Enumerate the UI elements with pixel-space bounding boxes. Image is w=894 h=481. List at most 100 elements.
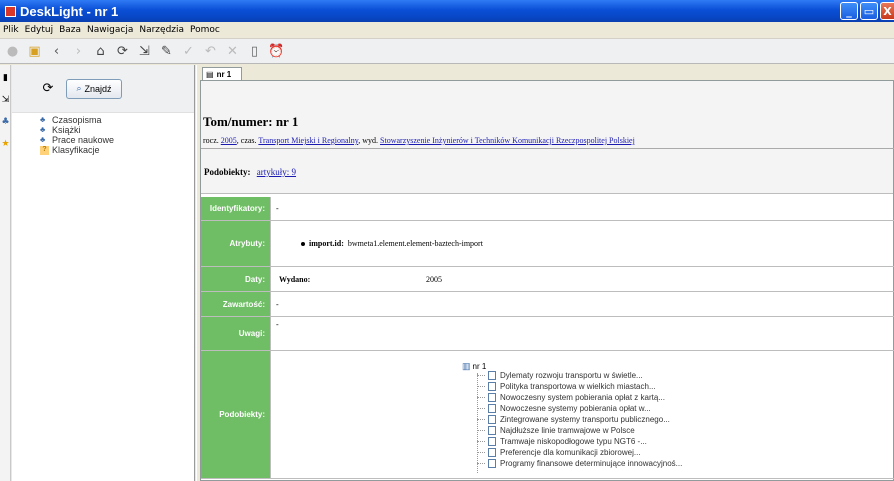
podobiekty-label: Podobiekty: (204, 167, 251, 177)
collection-icon: ♣ (40, 115, 46, 124)
row-value: - (276, 204, 279, 213)
tree-panel: ⟳ ⌕ Znajdź ♣ Czasopisma ♣ Książki ♣ Prace n… (12, 65, 195, 481)
open-icon[interactable]: ▣ (24, 41, 45, 62)
toolbar: ● ▣ ‹ › ⌂ ⟳ ⇲ ✎ ✓ ↶ ✕ ▯ ⏰ (0, 38, 894, 64)
undo-icon[interactable]: ↶ (200, 41, 221, 62)
book-icon: ▥ (462, 361, 471, 371)
maximize-button[interactable]: ▭ (860, 2, 878, 20)
record-title: Tom/numer: nr 1 (203, 114, 299, 129)
back-icon[interactable]: ‹ (46, 41, 67, 62)
subtree-item[interactable]: Nowoczesny system pobierania opłat z kar… (477, 393, 665, 402)
page-icon (488, 437, 496, 446)
bullet-icon (301, 241, 305, 246)
row-label: Uwagi: (201, 317, 271, 350)
page-icon (488, 448, 496, 457)
date-key: Wydano: (279, 274, 311, 284)
wyd-label: wyd. (362, 136, 379, 145)
tree-item-klasyfikacje[interactable]: ? Klasyfikacje (40, 145, 194, 155)
favorites-icon[interactable]: ★ (0, 135, 11, 153)
subtree-item[interactable]: Zintegrowane systemy transportu publiczn… (477, 415, 670, 424)
menu-baza[interactable]: Baza (56, 25, 84, 35)
subtree-item-label: Zintegrowane systemy transportu publiczn… (500, 415, 670, 424)
export-icon[interactable]: ⇲ (134, 41, 155, 62)
delete-icon[interactable]: ✕ (222, 41, 243, 62)
document-view: Tom/numer: nr 1 rocz. 2005, czas. Transp… (200, 80, 894, 481)
row-daty: Daty: Wydano: 2005 (201, 267, 894, 292)
subtree-item[interactable]: Najdłuższe linie tramwajowe w Polsce (477, 426, 635, 435)
row-value: ▥ nr 1 Dylematy rozwoju transportu w świ… (271, 351, 894, 478)
page-icon (488, 393, 496, 402)
date-value: 2005 (426, 274, 442, 284)
publisher-link[interactable]: Stowarzyszenie Inżynierów i Techników Ko… (380, 136, 635, 145)
row-value: - (276, 320, 279, 329)
tree-item-prace-naukowe[interactable]: ♣ Prace naukowe (40, 135, 194, 145)
title-bar[interactable]: DeskLight - nr 1 _ ▭ X (0, 0, 894, 22)
row-label: Daty: (201, 267, 271, 291)
page-icon (488, 382, 496, 391)
subtree-item[interactable]: Polityka transportowa w wielkich miastac… (477, 382, 656, 391)
tree-header: ⟳ ⌕ Znajdź (12, 65, 194, 113)
find-button-label: Znajdź (84, 83, 112, 94)
row-podobiekty: Podobiekty: ▥ nr 1 Dylematy rozwoju tran… (201, 351, 894, 479)
check-icon[interactable]: ✓ (178, 41, 199, 62)
row-label: Zawartość: (201, 292, 271, 316)
minimize-button[interactable]: _ (840, 2, 858, 20)
page-icon (488, 371, 496, 380)
collections-tree: ♣ Czasopisma ♣ Książki ♣ Prace naukowe ? Kla… (12, 113, 194, 155)
database-icon[interactable]: ▮ (0, 69, 11, 87)
subtree-item-label: Najdłuższe linie tramwajowe w Polsce (500, 426, 635, 435)
row-atrybuty: Atrybuty: import.id: bwmeta1.element.ele… (201, 221, 894, 267)
tree-item-label: Czasopisma (52, 115, 102, 125)
refresh-tree-icon[interactable]: ⟳ (38, 79, 58, 99)
subtree-item-label: Dylematy rozwoju transportu w świetle... (500, 371, 643, 380)
new-icon[interactable]: ▯ (244, 41, 265, 62)
subtree-item[interactable]: Programy finansowe determinujące innowac… (477, 459, 682, 468)
subtree-item[interactable]: Nowoczesne systemy pobierania opłat w... (477, 404, 651, 413)
subtree-item[interactable]: Dylematy rozwoju transportu w świetle... (477, 371, 643, 380)
export-side-icon[interactable]: ⇲ (0, 91, 11, 109)
record-header: Tom/numer: nr 1 rocz. 2005, czas. Transp… (201, 81, 894, 194)
home-icon[interactable]: ⌂ (90, 41, 111, 62)
stop-icon[interactable]: ● (2, 41, 23, 62)
find-button[interactable]: ⌕ Znajdź (66, 78, 122, 99)
year-link[interactable]: 2005 (221, 136, 237, 145)
close-button[interactable]: X (880, 2, 894, 20)
collection-icon: ♣ (40, 125, 46, 134)
podobiekty-summary: Podobiekty: artykuły: 9 (204, 167, 296, 177)
attribute-key: import.id: (309, 239, 344, 248)
attribute-value: bwmeta1.element.element-baztech-import (347, 239, 483, 248)
forward-icon[interactable]: › (68, 41, 89, 62)
page-icon (488, 415, 496, 424)
menu-plik[interactable]: Plik (0, 25, 22, 35)
page-icon (488, 404, 496, 413)
podobiekty-link[interactable]: artykuły: 9 (257, 167, 296, 177)
menu-nawigacja[interactable]: Nawigacja (84, 25, 136, 35)
row-identyfikatory: Identyfikatory: - (201, 197, 894, 221)
details-table: Identyfikatory: - Atrybuty: import.id: b… (201, 197, 894, 479)
menu-bar: Plik Edytuj Baza Nawigacja Narzędzia Pom… (0, 22, 894, 38)
tree-item-label: Klasyfikacje (52, 145, 100, 155)
subtree-item[interactable]: Tramwaje niskopodłogowe typu NGT6 -... (477, 437, 647, 446)
menu-edytuj[interactable]: Edytuj (22, 25, 56, 35)
tree-item-czasopisma[interactable]: ♣ Czasopisma (40, 115, 194, 125)
menu-pomoc[interactable]: Pomoc (187, 25, 223, 35)
page-icon (488, 459, 496, 468)
collection-side-icon[interactable]: ♣ (0, 113, 11, 131)
journal-link[interactable]: Transport Miejski i Regionalny (258, 136, 358, 145)
document-icon: ▤ (206, 69, 214, 79)
row-value: - (276, 299, 279, 309)
tree-item-ksiazki[interactable]: ♣ Książki (40, 125, 194, 135)
menu-narzedzia[interactable]: Narzędzia (136, 25, 187, 35)
subtree-item[interactable]: Preferencje dla komunikacji zbiorowej... (477, 448, 641, 457)
row-label: Podobiekty: (201, 351, 271, 478)
refresh-icon[interactable]: ⟳ (112, 41, 133, 62)
tab-nr-1[interactable]: ▤ nr 1 (202, 67, 242, 80)
tab-label: nr 1 (216, 69, 232, 79)
edit-icon[interactable]: ✎ (156, 41, 177, 62)
alarm-icon[interactable]: ⏰ (266, 41, 287, 62)
row-uwagi: Uwagi: - (201, 317, 894, 351)
row-value: import.id: bwmeta1.element.element-bazte… (271, 221, 894, 266)
app-icon (5, 5, 16, 17)
collection-icon: ♣ (40, 135, 46, 144)
subtree-item-label: Preferencje dla komunikacji zbiorowej... (500, 448, 641, 457)
